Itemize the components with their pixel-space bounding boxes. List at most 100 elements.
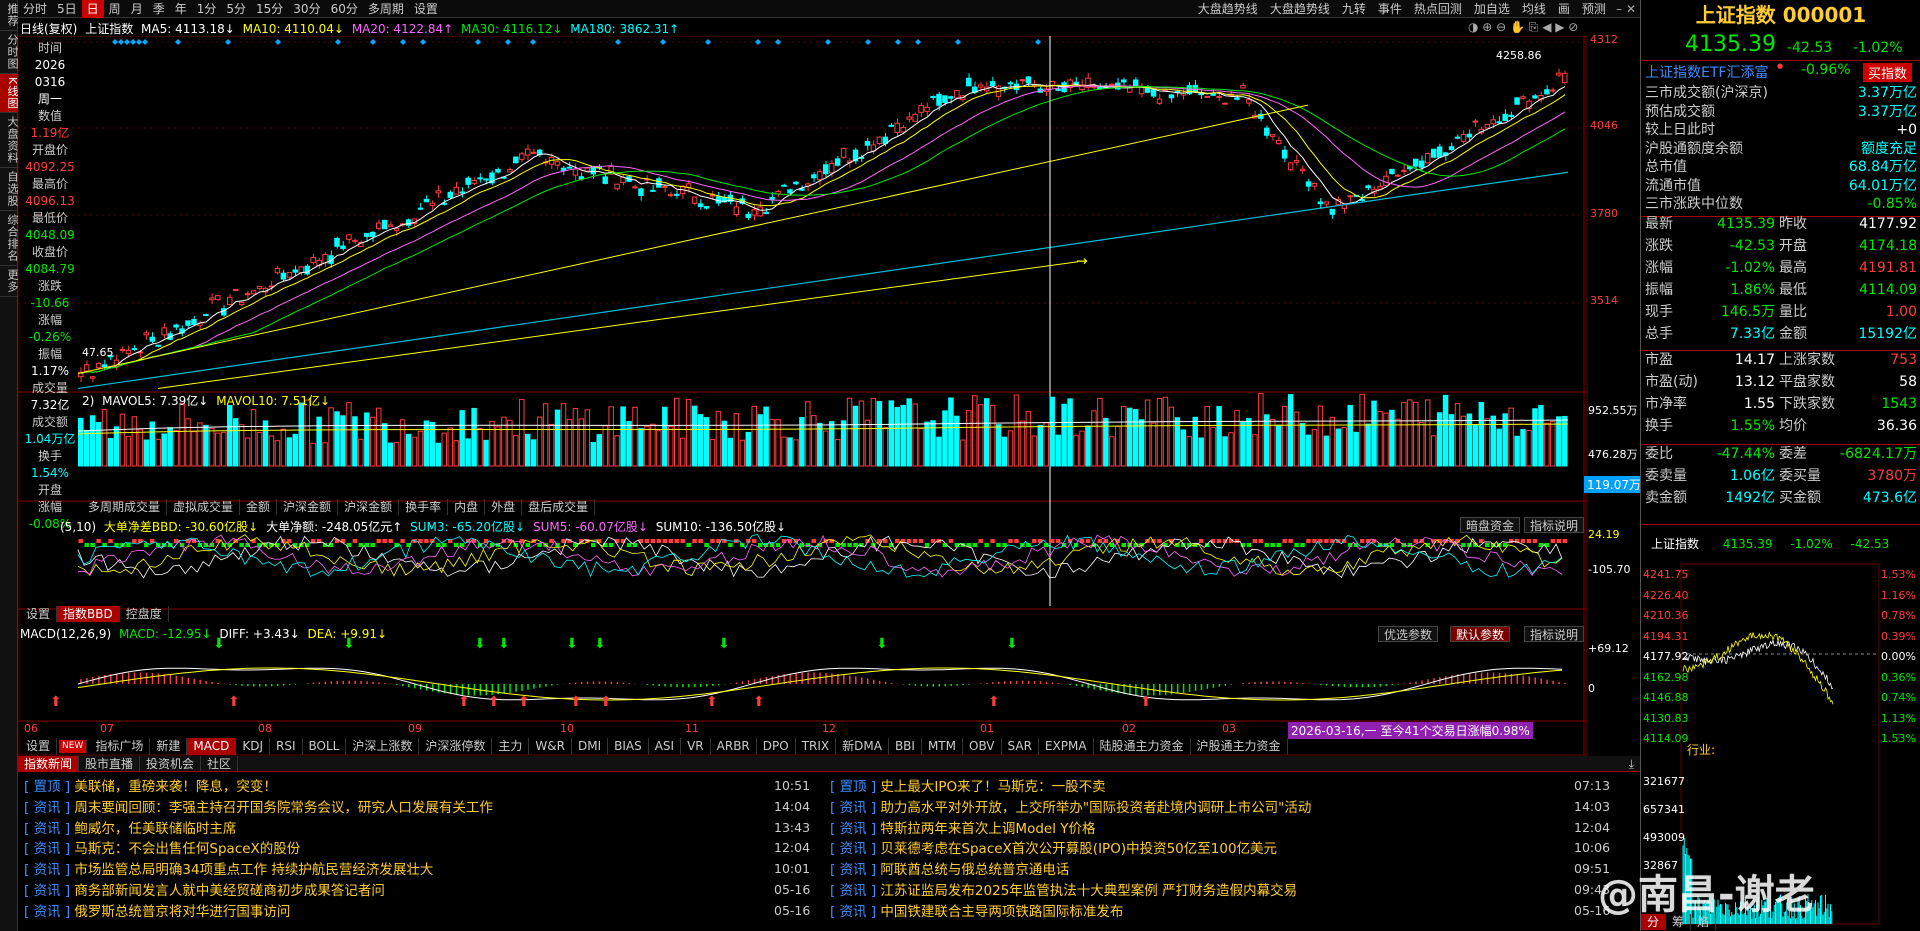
tab-item[interactable]: 多周期成交量	[82, 499, 168, 515]
toolbar-button[interactable]: 预测	[1576, 0, 1612, 18]
period-tab[interactable]: 季	[148, 0, 170, 18]
period-tab[interactable]: 月	[126, 0, 148, 18]
tab-item[interactable]: 控盘度	[120, 606, 169, 622]
toolbar-button[interactable]: 大盘趋势线	[1264, 0, 1336, 18]
left-nav-item[interactable]: K线图	[0, 74, 19, 114]
tab-item[interactable]: 金额	[240, 499, 278, 515]
toolbar-button[interactable]: 画	[1552, 0, 1576, 18]
period-tab[interactable]: 分时	[18, 0, 52, 18]
news-item[interactable]: [ 资讯 ] 江苏证监局发布2025年监管执法十大典型案例 严打财务造假内幕交易	[830, 881, 1297, 902]
news-item[interactable]: [ 资讯 ] 阿联酋总统与俄总统普京通电话	[830, 860, 1069, 881]
toolbar-button[interactable]: 九转	[1336, 0, 1372, 18]
period-tab[interactable]: 周	[104, 0, 126, 18]
tab-item[interactable]: 陆股通主力资金	[1094, 738, 1191, 755]
toolbar-button[interactable]: 加自选	[1468, 0, 1516, 18]
toolbar-button[interactable]: 热点回测	[1408, 0, 1468, 18]
tab-item[interactable]: BBI	[889, 738, 922, 755]
news-item[interactable]: [ 置顶 ] 美联储，重磅来袭！降息，突变！	[24, 777, 277, 798]
news-item[interactable]: [ 资讯 ] 贝莱德考虑在SpaceX首次公开募股(IPO)中投资50亿至100…	[830, 839, 1277, 860]
period-tab[interactable]: 年	[170, 0, 192, 18]
download-icon[interactable]: ⤓	[1629, 757, 1634, 772]
toolbar-button[interactable]: 均线	[1516, 0, 1552, 18]
tab-item[interactable]: 沪股通主力资金	[1191, 738, 1288, 755]
tab-item[interactable]: ARBR	[711, 738, 757, 755]
tab-item[interactable]: 指标广场	[89, 738, 151, 755]
tab-item[interactable]: 沪深上涨数	[346, 738, 420, 755]
news-item[interactable]: [ 资讯 ] 市场监管总局明确34项重点工作 持续护航民营经济发展壮大	[24, 860, 433, 881]
news-item[interactable]: [ 置顶 ] 史上最大IPO来了！马斯克：一股不卖	[830, 777, 1106, 798]
tab-item[interactable]: TRIX	[796, 738, 837, 755]
news-title[interactable]: 江苏证监局发布2025年监管执法十大典型案例 严打财务造假内幕交易	[880, 883, 1297, 899]
period-tab[interactable]: 5分	[221, 0, 251, 18]
close-icon[interactable]: ✕	[1626, 2, 1636, 16]
optimized-params-button[interactable]: 优选参数	[1378, 626, 1439, 642]
tab-item[interactable]: DPO	[757, 738, 796, 755]
tab-item[interactable]: 设置	[20, 738, 58, 755]
tab-item[interactable]: 沪深金额	[338, 499, 400, 515]
tab-item[interactable]: 设置	[20, 606, 58, 622]
period-tab[interactable]: 设置	[409, 0, 443, 18]
news-item[interactable]: [ 资讯 ] 周末要闻回顾：李强主持召开国务院常务会议，研究人口发展有关工作	[24, 798, 493, 819]
news-title[interactable]: 市场监管总局明确34项重点工作 持续护航民营经济发展壮大	[74, 862, 433, 878]
tab-item[interactable]: KDJ	[236, 738, 271, 755]
period-tab[interactable]: 1分	[192, 0, 222, 18]
tab-item[interactable]: 盘后成交量	[522, 499, 596, 515]
left-nav-item[interactable]: 自选股	[0, 168, 19, 212]
news-title[interactable]: 史上最大IPO来了！马斯克：一股不卖	[880, 779, 1105, 795]
news-item[interactable]: [ 资讯 ] 俄罗斯总统普京将对华进行国事访问	[24, 902, 290, 923]
news-item[interactable]: [ 资讯 ] 中国铁建联合主导两项铁路国际标准发布	[830, 902, 1123, 923]
tab-item[interactable]: OBV	[963, 738, 1002, 755]
tab-item[interactable]: VR	[681, 738, 711, 755]
news-title[interactable]: 鲍威尔，任美联储临时主席	[74, 821, 236, 837]
tab-item[interactable]: ASI	[649, 738, 682, 755]
tab-item[interactable]: 内盘	[448, 499, 486, 515]
tab-item[interactable]: 外盘	[485, 499, 523, 515]
tab-item[interactable]: 新建	[150, 738, 188, 755]
news-item[interactable]: [ 资讯 ] 鲍威尔，任美联储临时主席	[24, 819, 236, 840]
left-nav-item[interactable]: 综合排名	[0, 211, 19, 267]
tab-item[interactable]: 股市直播	[79, 756, 141, 771]
news-title[interactable]: 商务部新闻发言人就中美经贸磋商初步成果答记者问	[74, 883, 385, 899]
chart-tools[interactable]: ◑ ⊕ ⊖ ✋ ⎘ ◀ ▶ ⊘	[1468, 20, 1578, 35]
etf-label[interactable]: 上证指数ETF汇添富	[1645, 62, 1768, 82]
tab-item[interactable]: W&R	[529, 738, 572, 755]
bbd-help-button[interactable]: 指标说明	[1524, 517, 1585, 533]
left-nav-item[interactable]: 更多	[0, 266, 19, 298]
minimize-icon[interactable]: –	[1616, 2, 1622, 16]
news-title[interactable]: 阿联酋总统与俄总统普京通电话	[880, 862, 1069, 878]
news-title[interactable]: 贝莱德考虑在SpaceX首次公开募股(IPO)中投资50亿至100亿美元	[880, 841, 1277, 857]
tab-item[interactable]: BIAS	[608, 738, 649, 755]
tab-item[interactable]: MTM	[922, 738, 963, 755]
news-title[interactable]: 俄罗斯总统普京将对华进行国事访问	[74, 904, 290, 920]
tab-item[interactable]: MACD	[187, 738, 237, 755]
news-item[interactable]: [ 资讯 ] 商务部新闻发言人就中美经贸磋商初步成果答记者问	[24, 881, 385, 902]
chart-index-name[interactable]: 上证指数	[85, 22, 133, 36]
tab-item[interactable]: EXPMA	[1039, 738, 1094, 755]
news-title[interactable]: 助力高水平对外开放，上交所举办"国际投资者赴境内调研上市公司"活动	[880, 800, 1311, 816]
news-item[interactable]: [ 资讯 ] 特斯拉两年来首次上调Model Y价格	[830, 819, 1096, 840]
left-nav-item[interactable]: 推荐	[0, 0, 19, 31]
tab-item[interactable]: BOLL	[303, 738, 347, 755]
tab-item[interactable]: RSI	[270, 738, 303, 755]
tab-item[interactable]: NEW	[59, 740, 88, 753]
tab-item[interactable]: 沪深金额	[277, 499, 339, 515]
left-nav-item[interactable]: 分时图	[0, 31, 19, 74]
tab-item[interactable]: SAR	[1002, 738, 1039, 755]
tab-item[interactable]: DMI	[572, 738, 609, 755]
tab-item[interactable]: 主力	[492, 738, 530, 755]
tab-item[interactable]: 社区	[201, 756, 239, 771]
left-nav-item[interactable]: 大盘资料	[0, 113, 19, 169]
news-title[interactable]: 特斯拉两年来首次上调Model Y价格	[880, 821, 1095, 837]
default-params-button[interactable]: 默认参数	[1450, 626, 1511, 642]
period-tab[interactable]: 多周期	[363, 0, 409, 18]
period-tab[interactable]: 5日	[52, 0, 82, 18]
tab-item[interactable]: 指数BBD	[57, 606, 120, 622]
tab-item[interactable]: 新DMA	[836, 738, 889, 755]
period-tab[interactable]: 15分	[251, 0, 288, 18]
macd-help-button[interactable]: 指标说明	[1524, 626, 1585, 642]
tab-item[interactable]: 投资机会	[140, 756, 202, 771]
buy-index-button[interactable]: 买指数	[1863, 63, 1913, 82]
tab-item[interactable]: 虚拟成交量	[167, 499, 241, 515]
tab-item[interactable]: 换手率	[399, 499, 449, 515]
toolbar-button[interactable]: 大盘趋势线	[1192, 0, 1264, 18]
